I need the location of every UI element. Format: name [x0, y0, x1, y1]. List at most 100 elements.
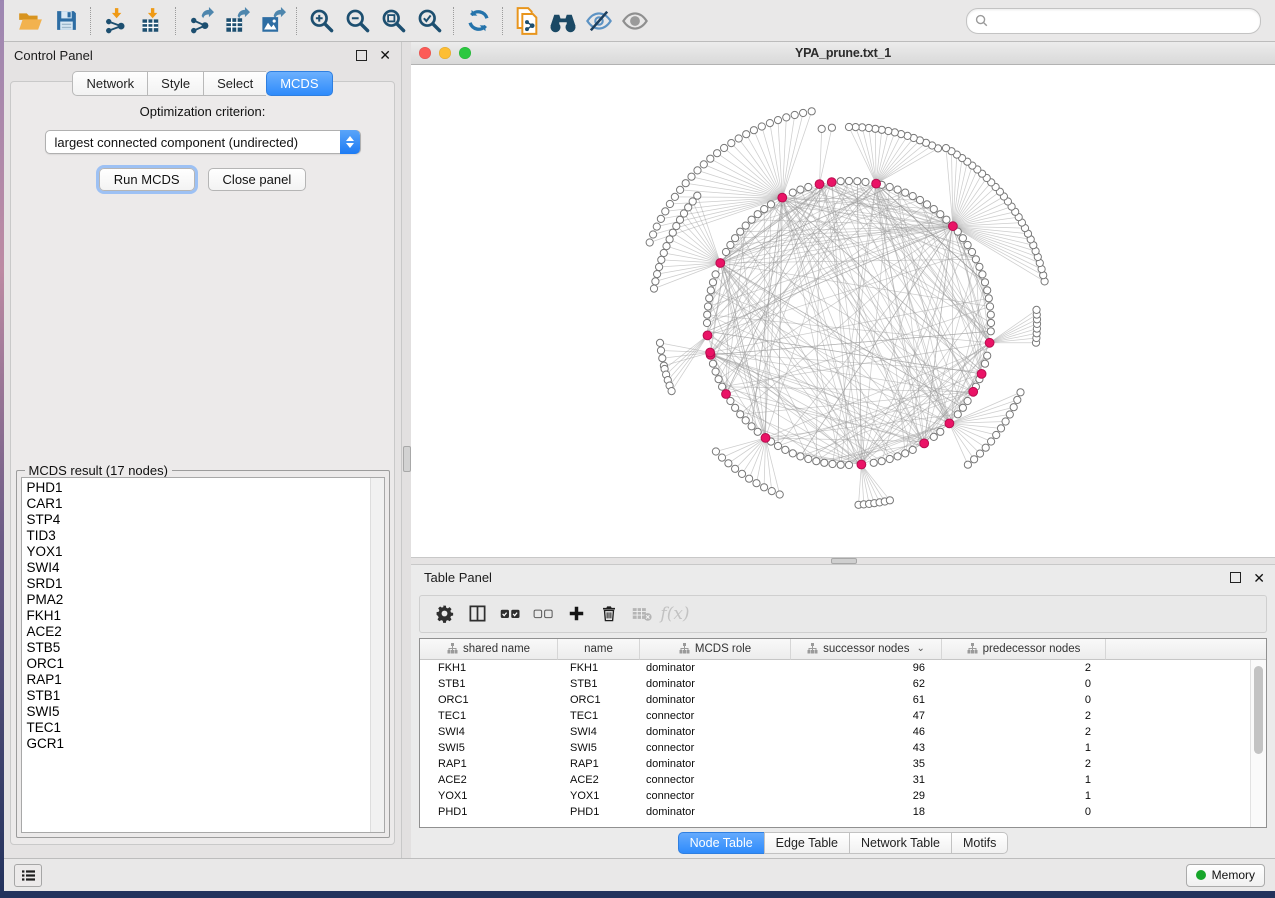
graph-leaf-node[interactable]: [654, 270, 661, 277]
table-cell[interactable]: 2: [942, 756, 1106, 772]
table-cell[interactable]: dominator: [640, 804, 791, 820]
graph-node[interactable]: [712, 368, 719, 375]
graph-mcds-hub-node[interactable]: [761, 433, 770, 442]
table-cell[interactable]: FKH1: [558, 660, 640, 676]
graph-node[interactable]: [886, 455, 893, 462]
graph-leaf-node[interactable]: [700, 161, 707, 168]
table-row[interactable]: ACE2ACE2connector311: [420, 772, 1266, 788]
graph-node[interactable]: [742, 222, 749, 229]
graph-node[interactable]: [964, 241, 971, 248]
table-cell[interactable]: SWI4: [420, 724, 558, 740]
graph-leaf-node[interactable]: [666, 236, 673, 243]
graph-node[interactable]: [732, 404, 739, 411]
graph-node[interactable]: [986, 303, 993, 310]
table-cell[interactable]: ORC1: [558, 692, 640, 708]
graph-leaf-node[interactable]: [673, 222, 680, 229]
table-cell[interactable]: 29: [791, 788, 942, 804]
graph-node[interactable]: [829, 460, 836, 467]
graph-node[interactable]: [968, 248, 975, 255]
graph-mcds-hub-node[interactable]: [920, 439, 929, 448]
graph-node[interactable]: [706, 295, 713, 302]
run-mcds-button[interactable]: Run MCDS: [99, 168, 195, 191]
graph-leaf-node[interactable]: [800, 109, 807, 116]
mcds-result-item[interactable]: SWI4: [27, 560, 384, 576]
table-cell[interactable]: PHD1: [558, 804, 640, 820]
table-cell[interactable]: 2: [942, 708, 1106, 724]
graph-mcds-hub-node[interactable]: [857, 460, 866, 469]
graph-leaf-node[interactable]: [666, 200, 673, 207]
graph-node[interactable]: [987, 328, 994, 335]
graph-node[interactable]: [985, 295, 992, 302]
graph-node[interactable]: [797, 186, 804, 193]
graph-node[interactable]: [886, 183, 893, 190]
graph-leaf-node[interactable]: [988, 438, 995, 445]
table-cell[interactable]: dominator: [640, 724, 791, 740]
graph-leaf-node[interactable]: [865, 124, 872, 131]
column-header-predecessor-nodes[interactable]: predecessor nodes: [942, 639, 1106, 660]
graph-node[interactable]: [782, 446, 789, 453]
graph-leaf-node[interactable]: [668, 387, 675, 394]
graph-leaf-node[interactable]: [791, 111, 798, 118]
show-all-icon[interactable]: [617, 4, 653, 38]
hide-selected-icon[interactable]: [581, 4, 617, 38]
table-scrollbar-thumb[interactable]: [1254, 666, 1263, 754]
graph-leaf-node[interactable]: [768, 487, 775, 494]
table-cell[interactable]: SWI4: [558, 724, 640, 740]
table-row[interactable]: RAP1RAP1dominator352: [420, 756, 1266, 772]
table-cell[interactable]: FKH1: [420, 660, 558, 676]
table-row[interactable]: PHD1PHD1dominator180: [420, 804, 1266, 820]
select-all-checkboxes-icon[interactable]: [499, 603, 521, 625]
graph-leaf-node[interactable]: [818, 125, 825, 132]
graph-node[interactable]: [909, 192, 916, 199]
graph-leaf-node[interactable]: [776, 491, 783, 498]
graph-mcds-hub-node[interactable]: [985, 338, 994, 347]
table-cell[interactable]: 43: [791, 740, 942, 756]
graph-leaf-node[interactable]: [885, 127, 892, 134]
table-cell[interactable]: RAP1: [420, 756, 558, 772]
graph-node[interactable]: [878, 458, 885, 465]
table-row[interactable]: FKH1FKH1dominator962: [420, 660, 1266, 676]
horizontal-splitter[interactable]: [411, 557, 1275, 565]
graph-leaf-node[interactable]: [656, 339, 663, 346]
table-cell[interactable]: ACE2: [558, 772, 640, 788]
table-row[interactable]: SWI5SWI5connector431: [420, 740, 1266, 756]
graph-node[interactable]: [707, 287, 714, 294]
table-cell[interactable]: ACE2: [420, 772, 558, 788]
save-session-icon[interactable]: [48, 4, 84, 38]
graph-node[interactable]: [742, 417, 749, 424]
graph-node[interactable]: [797, 453, 804, 460]
table-cell[interactable]: dominator: [640, 660, 791, 676]
graph-leaf-node[interactable]: [663, 242, 670, 249]
graph-node[interactable]: [894, 186, 901, 193]
splitter-handle[interactable]: [831, 558, 857, 564]
graph-node[interactable]: [837, 461, 844, 468]
graph-node[interactable]: [737, 411, 744, 418]
mcds-result-item[interactable]: TID3: [27, 528, 384, 544]
graph-leaf-node[interactable]: [707, 155, 714, 162]
table-cell[interactable]: YOX1: [420, 788, 558, 804]
table-cell[interactable]: connector: [640, 740, 791, 756]
table-cell[interactable]: connector: [640, 708, 791, 724]
graph-node[interactable]: [821, 459, 828, 466]
table-cell[interactable]: TEC1: [558, 708, 640, 724]
table-cell[interactable]: PHD1: [420, 804, 558, 820]
network-view-canvas[interactable]: [411, 65, 1275, 557]
graph-node[interactable]: [976, 263, 983, 270]
graph-node[interactable]: [981, 279, 988, 286]
graph-leaf-node[interactable]: [750, 127, 757, 134]
graph-mcds-hub-node[interactable]: [827, 178, 836, 187]
show-task-history-icon[interactable]: [14, 864, 42, 887]
graph-node[interactable]: [709, 360, 716, 367]
graph-node[interactable]: [959, 404, 966, 411]
mcds-result-item[interactable]: PMA2: [27, 592, 384, 608]
table-cell[interactable]: 2: [942, 724, 1106, 740]
table-cell[interactable]: YOX1: [558, 788, 640, 804]
graph-node[interactable]: [748, 423, 755, 430]
table-cell[interactable]: dominator: [640, 756, 791, 772]
graph-leaf-node[interactable]: [758, 123, 765, 130]
graph-node[interactable]: [923, 201, 930, 208]
graph-node[interactable]: [909, 446, 916, 453]
import-network-icon[interactable]: [97, 4, 133, 38]
graph-leaf-node[interactable]: [971, 456, 978, 463]
mcds-result-item[interactable]: YOX1: [27, 544, 384, 560]
